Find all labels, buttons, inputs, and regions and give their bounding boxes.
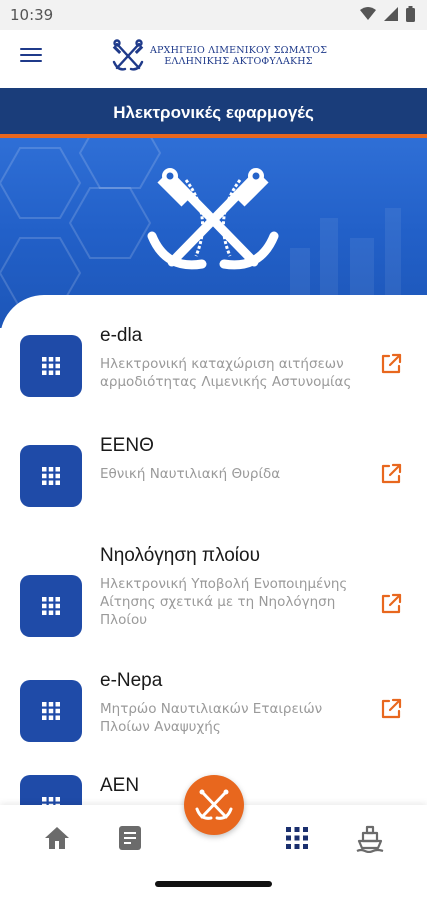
page-title: Ηλεκτρονικές εφαρμογές — [113, 103, 314, 122]
app-description: Μητρώο Ναυτιλιακών Εταιρειών Πλοίων Αναψ… — [100, 701, 323, 735]
gesture-area — [0, 871, 427, 900]
anchor-fab-icon — [195, 789, 233, 820]
app-description: Ηλεκτρονική καταχώριση αιτήσεων αρμοδιότ… — [100, 356, 352, 390]
app-text: e-Nepa Μητρώο Ναυτιλιακών Εταιρειών Πλοί… — [100, 670, 370, 736]
app-tile[interactable] — [20, 335, 82, 397]
apps-grid-icon — [42, 467, 60, 485]
nav-document-icon[interactable] — [115, 823, 145, 853]
app-text: ΕΕΝΘ Εθνική Ναυτιλιακή Θυρίδα — [100, 435, 370, 483]
brand-text: ΑΡΧΗΓΕΙΟ ΛΙΜΕΝΙΚΟΥ ΣΩΜΑΤΟΣ ΕΛΛΗΝΙΚΗΣ ΑΚΤ… — [150, 45, 327, 67]
crossed-anchors-logo — [112, 39, 144, 71]
app-tile[interactable] — [20, 775, 82, 805]
app-list-item[interactable]: e-Nepa Μητρώο Ναυτιλιακών Εταιρειών Πλοί… — [0, 670, 427, 770]
external-link-icon[interactable] — [380, 593, 404, 617]
hamburger-menu-icon[interactable] — [20, 48, 42, 68]
wifi-icon — [360, 7, 376, 20]
app-text: Νηολόγηση πλοίου Ηλεκτρονική Υποβολή Ενο… — [100, 545, 370, 629]
app-description: Εθνική Ναυτιλιακή Θυρίδα — [100, 466, 281, 482]
title-bar: Ηλεκτρονικές εφαρμογές — [0, 88, 427, 138]
app-description: Ηλεκτρονική Υποβολή Ενοποιημένης Αίτησης… — [100, 576, 348, 628]
app-header: ΑΡΧΗΓΕΙΟ ΛΙΜΕΝΙΚΟΥ ΣΩΜΑΤΟΣ ΕΛΛΗΝΙΚΗΣ ΑΚΤ… — [0, 30, 427, 88]
app-title: e-Nepa — [100, 670, 163, 691]
brand-line-1: ΑΡΧΗΓΕΙΟ ΛΙΜΕΝΙΚΟΥ ΣΩΜΑΤΟΣ — [150, 45, 328, 56]
anchor-fab-button[interactable] — [184, 775, 244, 835]
external-link-icon[interactable] — [380, 698, 404, 722]
app-tile[interactable] — [20, 575, 82, 637]
app-text: e-dla Ηλεκτρονική καταχώριση αιτήσεων αρ… — [100, 325, 370, 391]
external-link-icon[interactable] — [380, 463, 404, 487]
hero-anchor-logo — [147, 168, 279, 270]
battery-icon — [406, 6, 415, 22]
apps-list-card: e-dla Ηλεκτρονική καταχώριση αιτήσεων αρ… — [0, 295, 427, 805]
app-list-item[interactable]: Νηολόγηση πλοίου Ηλεκτρονική Υποβολή Ενο… — [0, 545, 427, 645]
apps-grid-icon — [42, 357, 60, 375]
apps-grid-icon — [42, 597, 60, 615]
app-tile[interactable] — [20, 680, 82, 742]
gesture-handle[interactable] — [155, 881, 272, 887]
app-tile[interactable] — [20, 445, 82, 507]
status-bar: 10:39 — [0, 0, 427, 30]
status-time: 10:39 — [10, 6, 54, 24]
app-title: e-dla — [100, 325, 143, 346]
app-list-item[interactable]: ΕΕΝΘ Εθνική Ναυτιλιακή Θυρίδα — [0, 435, 427, 535]
app-title: Νηολόγηση πλοίου — [100, 545, 260, 566]
external-link-icon[interactable] — [380, 353, 404, 377]
brand: ΑΡΧΗΓΕΙΟ ΛΙΜΕΝΙΚΟΥ ΣΩΜΑΤΟΣ ΕΛΛΗΝΙΚΗΣ ΑΚΤ… — [110, 38, 327, 74]
app-title: ΕΕΝΘ — [100, 435, 154, 456]
apps-grid-icon — [42, 702, 60, 720]
nav-ship-icon[interactable] — [355, 823, 385, 853]
status-icons — [360, 6, 415, 22]
apps-grid-icon — [42, 797, 60, 805]
nav-apps-grid-icon[interactable] — [282, 823, 312, 853]
nav-home-icon[interactable] — [42, 823, 72, 853]
app-list-item[interactable]: e-dla Ηλεκτρονική καταχώριση αιτήσεων αρ… — [0, 325, 427, 425]
brand-line-2: ΕΛΛΗΝΙΚΗΣ ΑΚΤΟΦΥΛΑΚΗΣ — [164, 56, 313, 67]
signal-icon — [384, 7, 398, 21]
